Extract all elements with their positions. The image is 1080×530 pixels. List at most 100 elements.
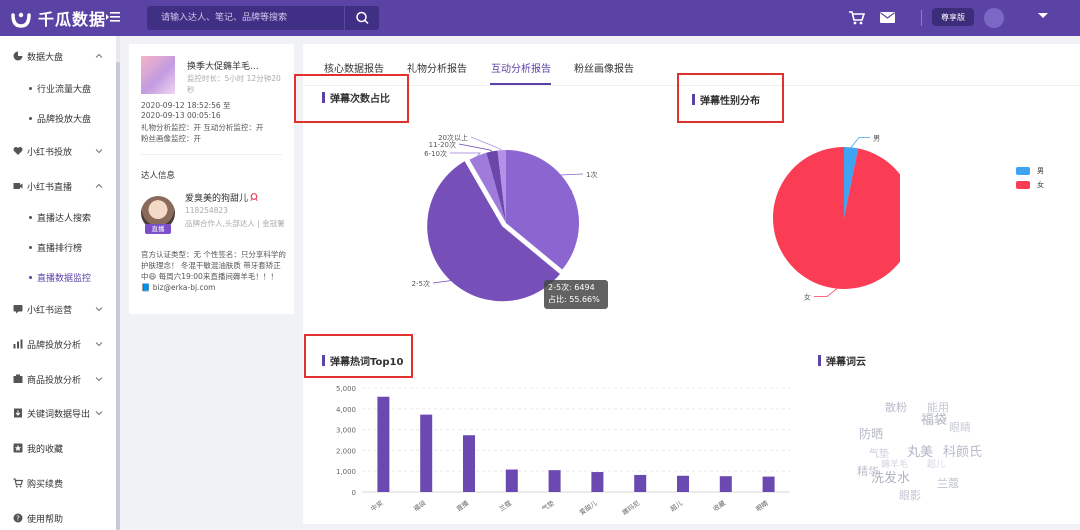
sidebar-item-xhs-live[interactable]: 小红书直播 (0, 176, 116, 196)
search-input[interactable] (147, 6, 343, 30)
legend-swatch (1016, 181, 1030, 189)
pie-label: 6-10次 (424, 149, 447, 158)
sidebar-item-keyword-export[interactable]: 关键词数据导出 (0, 403, 116, 423)
tab-fans-profile[interactable]: 粉丝画像报告 (574, 60, 634, 75)
pie-slice[interactable] (773, 147, 900, 289)
sidebar-item-label: 数据大盘 (27, 53, 64, 63)
bar[interactable] (677, 475, 689, 492)
sidebar-subitem-label: 品牌投放大盘 (37, 115, 92, 125)
danmu-gender-pie-chart[interactable]: 男女 (760, 125, 900, 310)
kol-name[interactable]: 爱臭美的狗甜儿 (185, 191, 248, 204)
section-marker (818, 355, 821, 366)
bullet (29, 87, 32, 90)
chat-icon (13, 305, 23, 314)
sidebar-item-label: 品牌投放分析 (27, 341, 82, 351)
search-icon (356, 11, 369, 25)
search-button[interactable] (344, 6, 379, 30)
heart-icon (13, 147, 23, 155)
y-tick-label: 2,000 (336, 447, 356, 455)
monitor-status: 礼物分析监控：开 互动分析监控：开 (141, 123, 264, 132)
sidebar-subitem-brand[interactable]: 品牌投放大盘 (0, 108, 116, 128)
sidebar-subitem-label: 直播数据监控 (37, 274, 92, 284)
tab-gift-analysis[interactable]: 礼物分析报告 (407, 60, 467, 75)
live-end-time: 2020-09-13 00:05:16 (141, 111, 221, 120)
logo-text: 千瓜数据 (38, 10, 107, 29)
sidebar-item-renew[interactable]: 购买续费 (0, 473, 116, 493)
x-tick-label: 直播 (454, 498, 470, 513)
sidebar-subitem-live-rank[interactable]: 直播排行榜 (0, 237, 116, 257)
word-cloud-term: 福袋 (921, 413, 948, 428)
sidebar-subitem-live-search[interactable]: 直播达人搜索 (0, 207, 116, 227)
sidebar-item-label: 小红书运营 (27, 306, 73, 316)
x-tick-label: 超儿 (668, 498, 684, 513)
logo[interactable]: 千瓜数据 (10, 6, 106, 30)
sidebar-item-xhs-ads[interactable]: 小红书投放 (0, 141, 116, 161)
sidebar-item-favorites[interactable]: 我的收藏 (0, 438, 116, 458)
bar[interactable] (719, 476, 732, 492)
pie-label-line (450, 152, 481, 156)
bar[interactable] (634, 474, 647, 492)
bar[interactable] (591, 472, 604, 492)
top-divider (921, 10, 922, 26)
sidebar-subitem-live-monitor[interactable]: 直播数据监控 (0, 267, 116, 287)
word-cloud-term: 兰蔻 (937, 477, 959, 490)
pie-label-line (458, 143, 493, 152)
user-menu-caret-icon[interactable] (1038, 13, 1048, 18)
tab-interaction-analysis[interactable]: 互动分析报告 (491, 60, 551, 75)
x-tick-label: 娜玛尼 (620, 498, 641, 517)
mail-icon[interactable] (880, 12, 895, 23)
y-tick-label: 5,000 (336, 385, 356, 393)
sidebar-item-label: 关键词数据导出 (27, 410, 91, 420)
pie-label: 20次以上 (438, 133, 468, 142)
bar[interactable] (548, 470, 561, 492)
x-tick-label: 福袋 (412, 498, 428, 513)
highlight-box (304, 334, 413, 378)
sidebar-item-dashboard[interactable]: 数据大盘 (0, 46, 116, 66)
bar[interactable] (463, 435, 475, 492)
danmu-hot-bar-chart[interactable]: 0 1,000 2,000 3,000 4,000 5,000 中奖 福袋 直播 兰蔻 气垫 爱甜儿 娜… (320, 380, 800, 520)
tab-core-data[interactable]: 核心数据报告 (324, 60, 384, 75)
svg-text:?: ? (16, 515, 20, 523)
verified-badge-icon (250, 193, 258, 201)
kol-section-title: 达人信息 (141, 171, 176, 181)
tooltip-line: 2-5次: 6494 (548, 283, 595, 292)
legend-label: 女 (1037, 181, 1044, 189)
tooltip-line: 占比: 55.66% (548, 295, 600, 304)
sidebar-subitem-industry[interactable]: 行业流量大盘 (0, 78, 116, 98)
legend-swatch (1016, 167, 1030, 175)
sidebar-subitem-label: 直播排行榜 (37, 244, 83, 254)
sidebar-item-help[interactable]: ? 使用帮助 (0, 508, 116, 528)
sidebar-scrollbar-thumb[interactable] (116, 62, 120, 530)
live-thumbnail[interactable] (141, 56, 175, 94)
bar-chart-icon (13, 339, 23, 349)
kol-tags: 品牌合作人,头部达人 | 金冠薯 (185, 219, 285, 228)
y-tick-label: 4,000 (336, 406, 356, 414)
pie-label: 男 (873, 134, 880, 142)
word-cloud-term: 眼影 (899, 489, 921, 502)
menu-toggle-icon[interactable] (106, 10, 120, 24)
bar[interactable] (420, 414, 433, 492)
vip-badge[interactable]: 尊享版 (932, 8, 974, 26)
live-title[interactable]: 换季大促薅羊毛... (187, 59, 259, 72)
bar[interactable] (505, 469, 518, 492)
active-tab-underline (490, 83, 551, 85)
bar[interactable] (762, 476, 775, 492)
highlight-box (294, 74, 409, 123)
chevron-down-icon (95, 342, 103, 347)
x-tick-label: 爱甜儿 (577, 498, 599, 517)
word-cloud-term: 防晒 (859, 427, 884, 441)
sidebar-item-goods-analysis[interactable]: 商品投放分析 (0, 369, 116, 389)
bar[interactable] (377, 396, 390, 492)
help-icon: ? (13, 513, 23, 523)
user-avatar[interactable] (984, 8, 1004, 28)
sidebar-item-xhs-ops[interactable]: 小红书运营 (0, 299, 116, 319)
sidebar-item-brand-analysis[interactable]: 品牌投放分析 (0, 334, 116, 354)
export-icon (14, 408, 22, 418)
sidebar-item-label: 商品投放分析 (27, 376, 82, 386)
highlight-box (677, 73, 784, 123)
y-tick-label: 1,000 (336, 468, 356, 476)
chevron-down-icon (95, 411, 103, 416)
cart-icon[interactable] (849, 11, 865, 25)
video-icon (13, 183, 23, 189)
x-tick-label: 眼睛 (754, 498, 770, 513)
